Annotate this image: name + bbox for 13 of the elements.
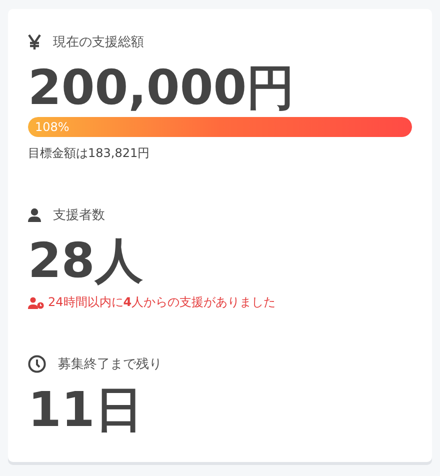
stat-label: 現在の支援総額 (53, 34, 144, 51)
stat-value: 28人 (28, 232, 144, 290)
person-clock-icon (28, 296, 44, 308)
stat-label: 支援者数 (53, 207, 105, 224)
stat-value: 11日 (28, 381, 144, 439)
recent-supporters-note: 24時間以内に4人からの支援がありました (48, 294, 276, 311)
clock-icon (28, 355, 46, 373)
goal-amount-note: 目標金額は183,821円 (28, 145, 151, 162)
yen-icon (28, 34, 41, 50)
stat-value: 200,000円 (28, 59, 296, 117)
stat-label: 募集終了まで残り (58, 356, 162, 373)
progress-percent: 108% (34, 120, 70, 134)
person-icon (28, 208, 41, 222)
